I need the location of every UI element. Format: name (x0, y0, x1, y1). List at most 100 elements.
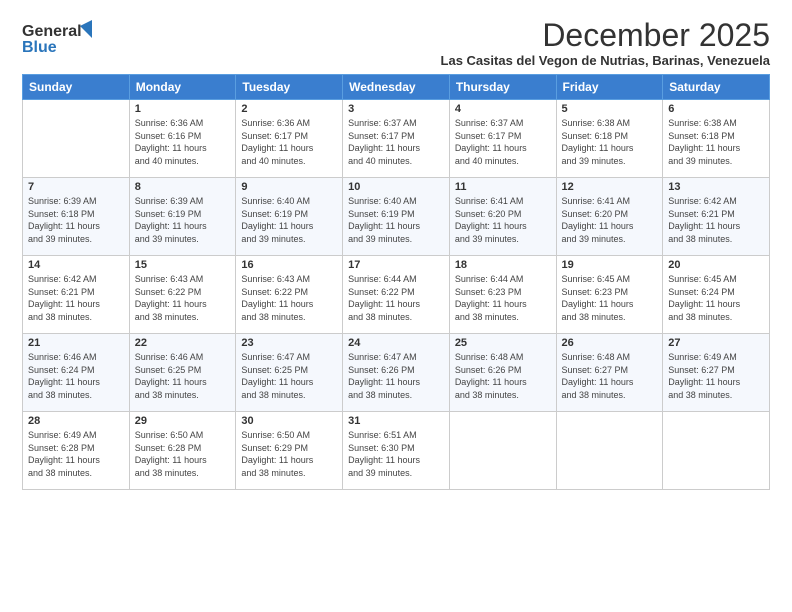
day-number: 9 (241, 181, 337, 193)
calendar-cell: 20 Sunrise: 6:45 AM Sunset: 6:24 PM Dayli… (663, 256, 770, 334)
calendar-cell: 11 Sunrise: 6:41 AM Sunset: 6:20 PM Dayli… (449, 178, 556, 256)
day-info: Sunrise: 6:41 AM Sunset: 6:20 PM Dayligh… (455, 195, 551, 245)
calendar-cell: 18 Sunrise: 6:44 AM Sunset: 6:23 PM Dayli… (449, 256, 556, 334)
day-info: Sunrise: 6:40 AM Sunset: 6:19 PM Dayligh… (348, 195, 444, 245)
calendar-cell (449, 412, 556, 490)
day-number: 1 (135, 103, 231, 115)
day-info: Sunrise: 6:37 AM Sunset: 6:17 PM Dayligh… (348, 117, 444, 167)
subtitle: Las Casitas del Vegon de Nutrias, Barina… (441, 53, 770, 68)
calendar-cell: 14 Sunrise: 6:42 AM Sunset: 6:21 PM Dayli… (23, 256, 130, 334)
day-info: Sunrise: 6:46 AM Sunset: 6:25 PM Dayligh… (135, 351, 231, 401)
calendar-cell: 1 Sunrise: 6:36 AM Sunset: 6:16 PM Daylig… (129, 100, 236, 178)
calendar-cell: 21 Sunrise: 6:46 AM Sunset: 6:24 PM Dayli… (23, 334, 130, 412)
calendar-week-4: 21 Sunrise: 6:46 AM Sunset: 6:24 PM Dayli… (23, 334, 770, 412)
calendar-header-wednesday: Wednesday (343, 75, 450, 100)
day-info: Sunrise: 6:45 AM Sunset: 6:24 PM Dayligh… (668, 273, 764, 323)
calendar-header-tuesday: Tuesday (236, 75, 343, 100)
calendar-cell (556, 412, 663, 490)
calendar-cell: 2 Sunrise: 6:36 AM Sunset: 6:17 PM Daylig… (236, 100, 343, 178)
day-info: Sunrise: 6:44 AM Sunset: 6:23 PM Dayligh… (455, 273, 551, 323)
calendar-cell: 10 Sunrise: 6:40 AM Sunset: 6:19 PM Dayli… (343, 178, 450, 256)
day-info: Sunrise: 6:51 AM Sunset: 6:30 PM Dayligh… (348, 429, 444, 479)
day-number: 24 (348, 337, 444, 349)
day-number: 28 (28, 415, 124, 427)
calendar-cell: 27Sunrise: 6:49 AM Sunset: 6:27 PM Dayli… (663, 334, 770, 412)
calendar-cell: 13Sunrise: 6:42 AM Sunset: 6:21 PM Dayli… (663, 178, 770, 256)
calendar-cell: 23Sunrise: 6:47 AM Sunset: 6:25 PM Dayli… (236, 334, 343, 412)
day-number: 8 (135, 181, 231, 193)
day-number: 5 (562, 103, 658, 115)
calendar-week-3: 14 Sunrise: 6:42 AM Sunset: 6:21 PM Dayli… (23, 256, 770, 334)
calendar-cell: 16Sunrise: 6:43 AM Sunset: 6:22 PM Dayli… (236, 256, 343, 334)
calendar-cell: 26Sunrise: 6:48 AM Sunset: 6:27 PM Dayli… (556, 334, 663, 412)
calendar-cell: 28Sunrise: 6:49 AM Sunset: 6:28 PM Dayli… (23, 412, 130, 490)
day-info: Sunrise: 6:36 AM Sunset: 6:17 PM Dayligh… (241, 117, 337, 167)
day-number: 7 (28, 181, 124, 193)
calendar-cell: 8 Sunrise: 6:39 AM Sunset: 6:19 PM Daylig… (129, 178, 236, 256)
day-info: Sunrise: 6:41 AM Sunset: 6:20 PM Dayligh… (562, 195, 658, 245)
day-info: Sunrise: 6:42 AM Sunset: 6:21 PM Dayligh… (28, 273, 124, 323)
calendar-cell: 4 Sunrise: 6:37 AM Sunset: 6:17 PM Daylig… (449, 100, 556, 178)
calendar-header-friday: Friday (556, 75, 663, 100)
calendar-week-2: 7 Sunrise: 6:39 AM Sunset: 6:18 PM Daylig… (23, 178, 770, 256)
day-info: Sunrise: 6:39 AM Sunset: 6:19 PM Dayligh… (135, 195, 231, 245)
day-info: Sunrise: 6:42 AM Sunset: 6:21 PM Dayligh… (668, 195, 764, 245)
day-number: 17 (348, 259, 444, 271)
day-number: 25 (455, 337, 551, 349)
day-info: Sunrise: 6:48 AM Sunset: 6:26 PM Dayligh… (455, 351, 551, 401)
header: General Blue December 2025 Las Casitas d… (22, 18, 770, 68)
day-number: 19 (562, 259, 658, 271)
day-number: 21 (28, 337, 124, 349)
day-number: 10 (348, 181, 444, 193)
day-number: 14 (28, 259, 124, 271)
calendar-week-5: 28Sunrise: 6:49 AM Sunset: 6:28 PM Dayli… (23, 412, 770, 490)
day-number: 31 (348, 415, 444, 427)
day-info: Sunrise: 6:47 AM Sunset: 6:25 PM Dayligh… (241, 351, 337, 401)
title-block: December 2025 Las Casitas del Vegon de N… (441, 18, 770, 68)
day-info: Sunrise: 6:45 AM Sunset: 6:23 PM Dayligh… (562, 273, 658, 323)
calendar-header-sunday: Sunday (23, 75, 130, 100)
calendar-table: SundayMondayTuesdayWednesdayThursdayFrid… (22, 74, 770, 490)
calendar-cell: 24Sunrise: 6:47 AM Sunset: 6:26 PM Dayli… (343, 334, 450, 412)
logo: General Blue (22, 18, 102, 67)
day-info: Sunrise: 6:50 AM Sunset: 6:28 PM Dayligh… (135, 429, 231, 479)
day-number: 27 (668, 337, 764, 349)
calendar-cell: 17Sunrise: 6:44 AM Sunset: 6:22 PM Dayli… (343, 256, 450, 334)
calendar-header-monday: Monday (129, 75, 236, 100)
calendar-cell: 6 Sunrise: 6:38 AM Sunset: 6:18 PM Daylig… (663, 100, 770, 178)
calendar-header-saturday: Saturday (663, 75, 770, 100)
day-number: 18 (455, 259, 551, 271)
calendar-cell (663, 412, 770, 490)
day-number: 11 (455, 181, 551, 193)
day-number: 30 (241, 415, 337, 427)
day-number: 15 (135, 259, 231, 271)
day-info: Sunrise: 6:36 AM Sunset: 6:16 PM Dayligh… (135, 117, 231, 167)
day-info: Sunrise: 6:38 AM Sunset: 6:18 PM Dayligh… (562, 117, 658, 167)
day-number: 20 (668, 259, 764, 271)
calendar-header-row: SundayMondayTuesdayWednesdayThursdayFrid… (23, 75, 770, 100)
day-number: 4 (455, 103, 551, 115)
day-info: Sunrise: 6:48 AM Sunset: 6:27 PM Dayligh… (562, 351, 658, 401)
calendar-cell: 5 Sunrise: 6:38 AM Sunset: 6:18 PM Daylig… (556, 100, 663, 178)
day-number: 16 (241, 259, 337, 271)
main-title: December 2025 (441, 18, 770, 53)
day-info: Sunrise: 6:37 AM Sunset: 6:17 PM Dayligh… (455, 117, 551, 167)
day-number: 12 (562, 181, 658, 193)
calendar-cell (23, 100, 130, 178)
day-number: 2 (241, 103, 337, 115)
day-info: Sunrise: 6:46 AM Sunset: 6:24 PM Dayligh… (28, 351, 124, 401)
page: General Blue December 2025 Las Casitas d… (0, 0, 792, 612)
calendar-cell: 7 Sunrise: 6:39 AM Sunset: 6:18 PM Daylig… (23, 178, 130, 256)
day-number: 29 (135, 415, 231, 427)
svg-text:Blue: Blue (22, 39, 57, 56)
day-number: 6 (668, 103, 764, 115)
calendar-cell: 31 Sunrise: 6:51 AM Sunset: 6:30 PM Dayli… (343, 412, 450, 490)
calendar-cell: 19 Sunrise: 6:45 AM Sunset: 6:23 PM Dayli… (556, 256, 663, 334)
calendar-body: 1 Sunrise: 6:36 AM Sunset: 6:16 PM Daylig… (23, 100, 770, 490)
day-info: Sunrise: 6:38 AM Sunset: 6:18 PM Dayligh… (668, 117, 764, 167)
calendar-cell: 15Sunrise: 6:43 AM Sunset: 6:22 PM Dayli… (129, 256, 236, 334)
logo-icon: General Blue (22, 18, 102, 62)
calendar-cell: 22Sunrise: 6:46 AM Sunset: 6:25 PM Dayli… (129, 334, 236, 412)
calendar-cell: 3Sunrise: 6:37 AM Sunset: 6:17 PM Daylig… (343, 100, 450, 178)
day-info: Sunrise: 6:39 AM Sunset: 6:18 PM Dayligh… (28, 195, 124, 245)
